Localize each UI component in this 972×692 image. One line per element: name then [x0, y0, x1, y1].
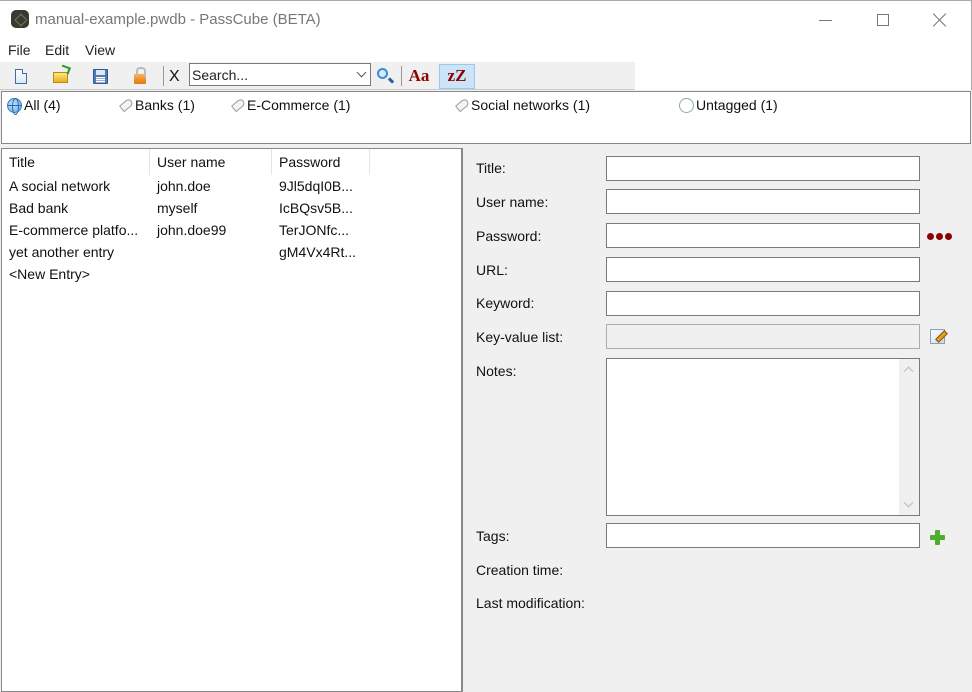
lock-button[interactable] — [128, 65, 152, 87]
menu-bar: File Edit View — [0, 38, 972, 62]
cell-password: TerJONfc... — [279, 222, 350, 238]
cell-title: <New Entry> — [9, 266, 90, 282]
key-value-field — [606, 324, 920, 349]
minimize-icon — [818, 19, 832, 21]
column-header-username[interactable]: User name — [150, 149, 272, 175]
tags-field[interactable] — [606, 523, 920, 548]
close-icon — [933, 13, 947, 27]
chevron-down-icon[interactable] — [356, 67, 367, 78]
generate-password-button[interactable] — [927, 233, 952, 240]
add-tag-icon[interactable] — [930, 530, 945, 545]
entry-details-panel: Title: User name: Password: URL: Keyword… — [465, 148, 972, 692]
creation-time-label: Creation time: — [476, 562, 564, 578]
search-input[interactable] — [192, 66, 350, 83]
cell-password: gM4Vx4Rt... — [279, 244, 357, 260]
keyword-field[interactable] — [606, 291, 920, 316]
cell-title: A social network — [9, 178, 111, 194]
tag-icon — [118, 97, 135, 113]
column-header-title[interactable]: Title — [2, 149, 150, 175]
new-button[interactable] — [9, 65, 33, 87]
padlock-icon — [134, 67, 146, 84]
edit-pencil-icon[interactable] — [930, 329, 945, 344]
tag-ecommerce[interactable]: E-Commerce (1) — [230, 97, 351, 113]
open-button[interactable] — [48, 65, 72, 87]
title-field[interactable] — [606, 156, 920, 181]
new-file-icon — [15, 68, 27, 84]
username-label: User name: — [476, 194, 549, 210]
open-folder-icon — [52, 72, 68, 83]
table-row[interactable]: A social network john.doe 9Jl5dqI0B... — [2, 175, 461, 197]
tag-all[interactable]: All (4) — [7, 97, 61, 115]
notes-label: Notes: — [476, 363, 517, 379]
tag-untagged[interactable]: Untagged (1) — [679, 97, 778, 113]
notes-scrollbar[interactable] — [899, 359, 919, 515]
sort-toggle[interactable]: zZ — [439, 64, 475, 89]
tags-label: Tags: — [476, 528, 510, 544]
menu-edit[interactable]: Edit — [45, 42, 69, 58]
cube-icon — [11, 10, 29, 28]
maximize-icon — [877, 14, 889, 26]
column-header-password[interactable]: Password — [272, 149, 370, 175]
table-row[interactable]: Bad bank myself IcBQsv5B... — [2, 197, 461, 219]
cell-title: yet another entry — [9, 244, 115, 260]
scroll-down-icon[interactable] — [903, 497, 914, 508]
list-header: Title User name Password — [2, 149, 461, 175]
key-value-label: Key-value list: — [476, 329, 564, 345]
username-field[interactable] — [606, 189, 920, 214]
cell-title: E-commerce platfo... — [9, 222, 139, 238]
tag-label: Untagged (1) — [696, 97, 778, 113]
keyword-label: Keyword: — [476, 295, 535, 311]
maximize-button[interactable] — [854, 1, 912, 39]
tag-filter-bar: All (4) Banks (1) E-Commerce (1) Social … — [1, 91, 971, 144]
tag-label: Social networks (1) — [471, 97, 591, 113]
menu-file[interactable]: File — [8, 42, 31, 58]
table-row[interactable]: E-commerce platfo... john.doe99 TerJONfc… — [2, 219, 461, 241]
notes-area — [606, 358, 920, 516]
cell-username: john.doe99 — [157, 222, 227, 238]
close-button[interactable] — [911, 1, 969, 39]
dot-icon — [936, 233, 943, 240]
toolbar-separator — [163, 66, 164, 86]
cell-password: IcBQsv5B... — [279, 200, 353, 216]
entry-list[interactable]: Title User name Password A social networ… — [1, 148, 463, 692]
toolbar-separator — [401, 66, 402, 86]
window-title: manual-example.pwdb - PassCube (BETA) — [35, 11, 321, 28]
dot-icon — [945, 233, 952, 240]
title-label: Title: — [476, 160, 506, 176]
notes-textarea[interactable] — [607, 359, 897, 515]
clear-search-button[interactable]: X — [169, 68, 180, 86]
cell-title: Bad bank — [9, 200, 69, 216]
password-label: Password: — [476, 228, 542, 244]
last-modification-label: Last modification: — [476, 595, 585, 611]
cell-password: 9Jl5dqI0B... — [279, 178, 353, 194]
save-disk-icon — [92, 68, 108, 84]
magnifier-icon — [377, 68, 388, 79]
minimize-button[interactable] — [796, 1, 854, 39]
tag-icon — [230, 97, 247, 113]
tag-label: E-Commerce (1) — [247, 97, 351, 113]
search-button[interactable] — [374, 65, 398, 87]
dot-icon — [927, 233, 934, 240]
new-entry-row[interactable]: <New Entry> — [2, 263, 461, 285]
globe-icon — [7, 97, 22, 115]
cell-username: john.doe — [157, 178, 211, 194]
menu-view[interactable]: View — [85, 42, 115, 58]
url-field[interactable] — [606, 257, 920, 282]
password-field[interactable] — [606, 223, 920, 248]
table-row[interactable]: yet another entry gM4Vx4Rt... — [2, 241, 461, 263]
tag-label: Banks (1) — [135, 97, 195, 113]
title-bar: manual-example.pwdb - PassCube (BETA) — [0, 0, 972, 38]
tag-label: All (4) — [24, 97, 61, 113]
scroll-up-icon[interactable] — [903, 366, 914, 377]
tag-icon — [454, 97, 471, 113]
tag-social-networks[interactable]: Social networks (1) — [454, 97, 591, 113]
search-combobox[interactable] — [189, 63, 371, 86]
save-button[interactable] — [88, 65, 112, 87]
url-label: URL: — [476, 262, 508, 278]
circle-icon — [679, 97, 694, 113]
match-case-toggle[interactable]: Aa — [405, 65, 433, 87]
toolbar-empty-area — [635, 62, 972, 90]
tag-banks[interactable]: Banks (1) — [118, 97, 195, 113]
cell-username: myself — [157, 200, 198, 216]
